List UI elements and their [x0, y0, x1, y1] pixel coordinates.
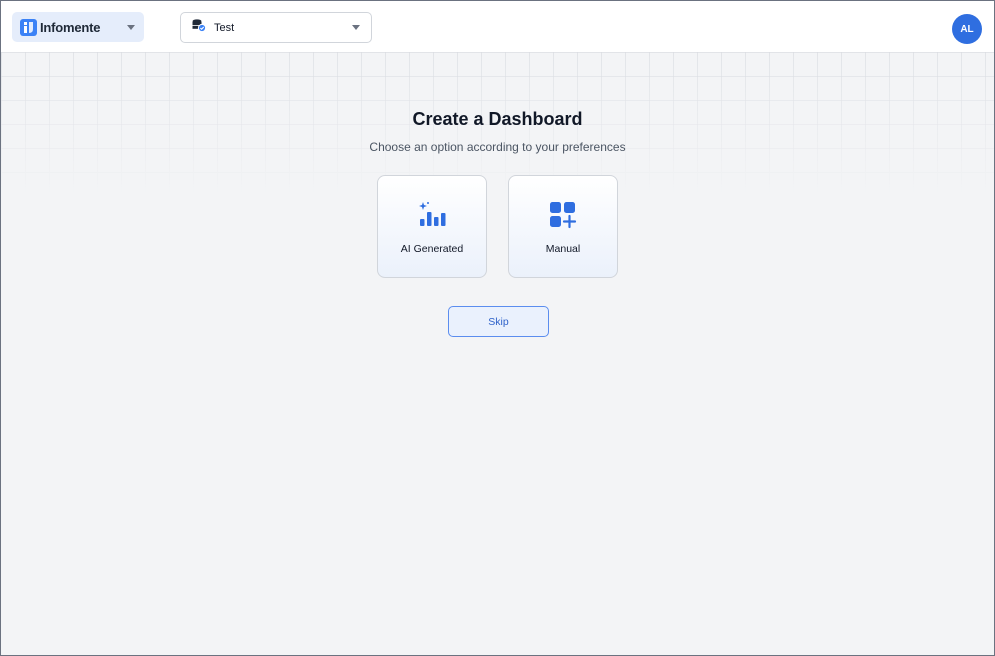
- datasource-select[interactable]: Test: [180, 12, 372, 43]
- skip-button[interactable]: Skip: [448, 306, 549, 337]
- workspace-switcher[interactable]: Infomente: [12, 12, 144, 42]
- page-subtitle: Choose an option according to your prefe…: [369, 140, 626, 154]
- grid-plus-icon: [548, 200, 578, 230]
- user-avatar[interactable]: AL: [952, 14, 982, 44]
- ai-generated-label: AI Generated: [400, 243, 464, 255]
- chevron-down-icon: [352, 25, 360, 30]
- page-title: Create a Dashboard: [412, 109, 583, 129]
- chevron-down-icon: [127, 25, 135, 30]
- brand-logo-icon: [20, 18, 37, 36]
- database-check-icon: [192, 18, 207, 37]
- sparkle-bar-chart-icon: [417, 200, 447, 230]
- ai-generated-option[interactable]: AI Generated: [377, 175, 487, 278]
- datasource-label: Test: [214, 21, 235, 34]
- app-window: Infomente Test AL Create a Dashboard Cho…: [0, 0, 995, 656]
- manual-label: Manual: [545, 243, 581, 255]
- manual-option[interactable]: Manual: [508, 175, 618, 278]
- workspace-name: Infomente: [40, 19, 101, 35]
- top-bar: Infomente Test AL: [1, 1, 994, 52]
